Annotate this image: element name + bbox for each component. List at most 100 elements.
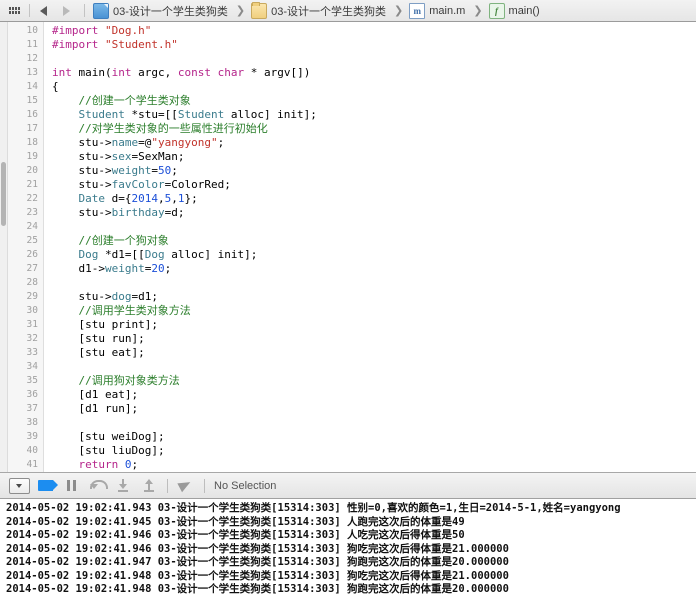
code-token: Student — [177, 108, 225, 121]
code-line[interactable]: #import "Student.h" — [52, 38, 696, 52]
code-line[interactable]: stu->name=@"yangyong"; — [52, 136, 696, 150]
console-line: 2014-05-02 19:02:41.946 03-设计一个学生类狗类[153… — [6, 529, 465, 541]
line-number: 20 — [26, 165, 38, 176]
line-number: 25 — [26, 235, 38, 246]
code-line[interactable]: stu->dog=d1; — [52, 290, 696, 304]
code-line[interactable]: d1->weight=20; — [52, 262, 696, 276]
editor-scrollbar[interactable] — [0, 22, 8, 472]
code-token: d1-> — [52, 262, 105, 275]
console-line: 2014-05-02 19:02:41.946 03-设计一个学生类狗类[153… — [6, 542, 509, 555]
code-token: Dog — [78, 248, 99, 261]
line-number: 11 — [26, 39, 38, 50]
code-token: const — [177, 66, 211, 79]
code-token: stu-> — [52, 136, 112, 149]
code-line[interactable]: //调用学生类对象方法 — [52, 304, 696, 318]
pause-icon[interactable] — [58, 473, 84, 498]
breadcrumb-chevron-3: ❯ — [473, 5, 483, 17]
line-number: 18 — [26, 137, 38, 148]
code-line[interactable]: Date d={2014,5,1}; — [52, 192, 696, 206]
code-token: *d1=[[ — [98, 248, 145, 261]
hide-debug-area-button[interactable] — [6, 473, 32, 498]
code-token: d={ — [105, 192, 132, 205]
code-token: //调用学生类对象方法 — [52, 304, 191, 317]
code-token: = — [151, 164, 158, 177]
code-line[interactable] — [52, 276, 696, 290]
breadcrumb-item-project[interactable]: 03-设计一个学生类狗类 — [91, 0, 230, 21]
code-token: * argv[]) — [244, 66, 311, 79]
code-line[interactable]: //创建一个学生类对象 — [52, 94, 696, 108]
code-line[interactable]: [d1 run]; — [52, 402, 696, 416]
line-number: 37 — [26, 403, 38, 414]
code-line[interactable]: { — [52, 80, 696, 94]
code-token: weight — [104, 262, 145, 275]
code-token: favColor — [111, 178, 165, 191]
code-text[interactable]: #import "Dog.h" #import "Student.h" int m… — [44, 22, 696, 472]
code-line[interactable]: stu->favColor=ColorRed; — [52, 178, 696, 192]
code-line[interactable]: int main(int argc, const char * argv[]) — [52, 66, 696, 80]
code-line[interactable]: Dog *d1=[[Dog alloc] init]; — [52, 248, 696, 262]
editor-scrollbar-thumb[interactable] — [1, 162, 6, 226]
code-token: sex — [111, 150, 132, 163]
xcode-window: 03-设计一个学生类狗类 ❯ 03-设计一个学生类狗类 ❯ m main.m ❯… — [0, 0, 696, 599]
code-token: "Student.h" — [104, 38, 178, 51]
grid-icon[interactable] — [9, 7, 23, 14]
code-line[interactable]: [stu run]; — [52, 332, 696, 346]
code-line[interactable] — [52, 220, 696, 234]
code-line[interactable] — [52, 52, 696, 66]
code-line[interactable] — [52, 416, 696, 430]
code-line[interactable]: [stu weiDog]; — [52, 430, 696, 444]
console-output[interactable]: 2014-05-02 19:02:41.943 03-设计一个学生类狗类[153… — [0, 499, 696, 599]
simulate-location-icon[interactable] — [173, 473, 199, 498]
step-out-icon[interactable] — [136, 473, 162, 498]
code-line[interactable]: stu->birthday=d; — [52, 206, 696, 220]
code-token: 2014 — [131, 192, 159, 205]
code-token: *stu=[[ — [124, 108, 178, 121]
code-token: [stu liuDog]; — [52, 444, 165, 457]
line-number: 15 — [26, 95, 38, 106]
code-line[interactable]: //调用狗对象类方法 — [52, 374, 696, 388]
code-line[interactable] — [52, 360, 696, 374]
code-token: ; — [217, 136, 225, 149]
line-number: 24 — [26, 221, 38, 232]
code-token: { — [52, 80, 59, 93]
objc-file-icon: m — [409, 2, 426, 19]
back-arrow-icon[interactable] — [40, 5, 47, 16]
step-into-icon[interactable] — [110, 473, 136, 498]
code-token: ; — [164, 262, 172, 275]
line-number: 22 — [26, 193, 38, 204]
jump-bar: 03-设计一个学生类狗类 ❯ 03-设计一个学生类狗类 ❯ m main.m ❯… — [0, 0, 696, 22]
code-token: alloc] init]; — [224, 108, 317, 121]
code-line[interactable]: [stu eat]; — [52, 346, 696, 360]
step-over-icon[interactable] — [84, 473, 110, 498]
console-line: 2014-05-02 19:02:41.948 03-设计一个学生类狗类[153… — [6, 583, 509, 595]
source-editor[interactable]: 10 11 12 13 14 15 16 17 18 19 20 21 22 23 24 25 26 27 28 29… — [0, 22, 696, 472]
code-token: [d1 run]; — [52, 402, 139, 415]
forward-arrow-icon[interactable] — [63, 5, 70, 16]
breadcrumb-item-symbol[interactable]: f main() — [487, 0, 542, 21]
code-line[interactable]: //对学生类对象的一些属性进行初始化 — [52, 122, 696, 136]
code-line[interactable]: Student *stu=[[Student alloc] init]; — [52, 108, 696, 122]
code-line[interactable]: return 0; — [52, 458, 696, 472]
code-token: Date — [78, 192, 106, 205]
code-line[interactable]: [stu liuDog]; — [52, 444, 696, 458]
code-token: stu-> — [52, 290, 112, 303]
folder-icon — [251, 1, 268, 19]
debug-bar: No Selection — [0, 472, 696, 499]
code-line[interactable]: stu->sex=SexMan; — [52, 150, 696, 164]
code-token: //对学生类对象的一些属性进行初始化 — [52, 122, 268, 135]
code-line[interactable]: [d1 eat]; — [52, 388, 696, 402]
code-line[interactable]: //创建一个狗对象 — [52, 234, 696, 248]
code-line[interactable]: [stu print]; — [52, 318, 696, 332]
code-line[interactable]: stu->weight=50; — [52, 164, 696, 178]
jumpbar-divider-2 — [84, 4, 85, 17]
code-line[interactable]: #import "Dog.h" — [52, 24, 696, 38]
breadcrumb-item-group[interactable]: 03-设计一个学生类狗类 — [249, 0, 388, 21]
code-token: =d1; — [131, 290, 158, 303]
code-token: stu-> — [52, 178, 112, 191]
breakpoint-flag-icon[interactable] — [32, 473, 58, 498]
breadcrumb-item-file[interactable]: m main.m — [407, 0, 467, 21]
